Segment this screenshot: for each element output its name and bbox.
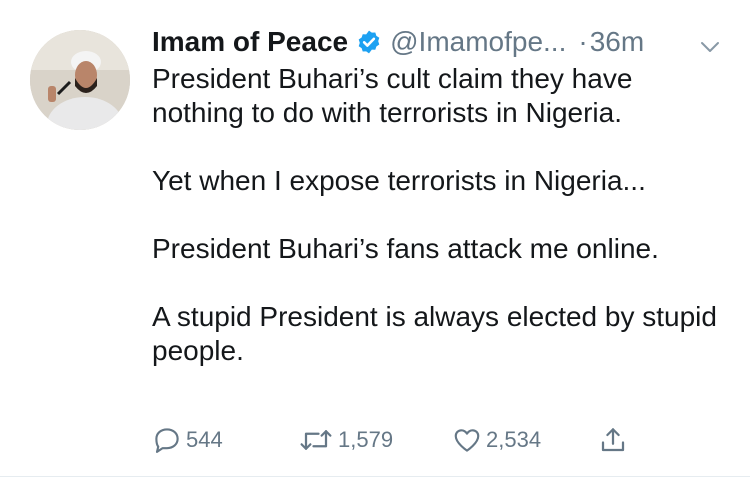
reply-icon xyxy=(155,428,179,453)
tweet-text: President Buhari’s cult claim they have … xyxy=(152,62,732,368)
tweet-actions: 544 1,579 2,534 xyxy=(152,420,712,460)
author-handle[interactable]: @Imamofpe... xyxy=(390,22,566,62)
retweet-button[interactable]: 1,579 xyxy=(298,420,393,460)
chevron-down-icon[interactable] xyxy=(698,30,722,54)
heart-icon xyxy=(454,429,480,452)
share-button[interactable] xyxy=(598,420,628,460)
tweet-paragraph: President Buhari’s cult claim they have … xyxy=(152,63,633,128)
tweet-card: Imam of Peace @Imamofpe... · 36m Preside… xyxy=(0,0,750,477)
avatar-photo xyxy=(30,30,130,130)
like-button[interactable]: 2,534 xyxy=(452,420,541,460)
reply-count: 544 xyxy=(186,427,223,452)
verified-badge-icon xyxy=(356,29,382,55)
tweet-paragraph: President Buhari’s fans attack me online… xyxy=(152,233,659,264)
tweet-paragraph: A stupid President is always elected by … xyxy=(152,301,717,366)
header-separator: · xyxy=(578,26,588,57)
reply-button[interactable]: 544 xyxy=(152,420,223,460)
share-icon xyxy=(601,428,625,452)
tweet-header: Imam of Peace @Imamofpe... · 36m xyxy=(152,22,732,62)
author-name[interactable]: Imam of Peace xyxy=(152,22,348,62)
like-count: 2,534 xyxy=(486,427,542,452)
tweet-paragraph: Yet when I expose terrorists in Nigeria.… xyxy=(152,165,646,196)
tweet-timestamp[interactable]: 36m xyxy=(590,22,644,62)
retweet-icon xyxy=(300,430,332,450)
retweet-count: 1,579 xyxy=(338,427,394,452)
avatar[interactable] xyxy=(30,30,130,130)
